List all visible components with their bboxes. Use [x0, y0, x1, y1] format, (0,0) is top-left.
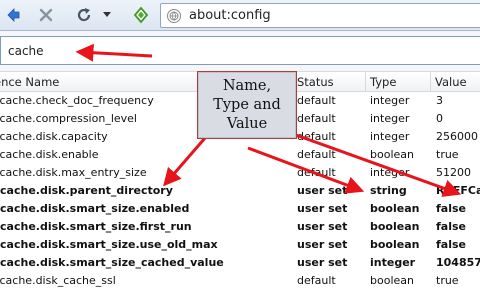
pref-type: boolean: [370, 238, 420, 251]
table-row[interactable]: .cache.disk.max_entry_size default integ…: [0, 164, 480, 182]
pref-value: 3: [436, 94, 443, 107]
column-header-type[interactable]: Type: [366, 72, 431, 92]
home-icon[interactable]: [130, 3, 152, 27]
pref-status: default: [297, 148, 336, 161]
pref-value: false: [436, 238, 466, 251]
pref-value: 256000: [436, 130, 478, 143]
back-arrow-icon[interactable]: [6, 3, 20, 27]
table-row[interactable]: .cache.disk.enable default boolean true: [0, 146, 480, 164]
table-row[interactable]: .cache.disk_cache_ssl default boolean tr…: [0, 272, 480, 290]
column-header-value[interactable]: Value: [431, 72, 480, 92]
pref-type: boolean: [370, 220, 420, 233]
pref-type: integer: [370, 166, 410, 179]
table-row[interactable]: r.cache.disk.parent_directory user set s…: [0, 182, 480, 200]
search-row: [0, 31, 480, 71]
column-header-status[interactable]: Status: [293, 72, 366, 92]
pref-type: string: [370, 184, 407, 197]
pref-type: integer: [370, 256, 416, 269]
navigation-toolbar: about:config: [0, 0, 480, 31]
pref-name: .cache.disk.enable: [0, 148, 99, 161]
pref-name: .cache.disk.max_entry_size: [0, 166, 147, 179]
pref-value: false: [436, 220, 466, 233]
pref-type: integer: [370, 130, 410, 143]
pref-status: default: [297, 94, 336, 107]
annotation-callout: Name, Type and Value: [197, 71, 297, 139]
search-input[interactable]: [0, 36, 480, 65]
pref-status: default: [297, 130, 336, 143]
callout-line-2: Type and: [213, 96, 281, 113]
pref-status: default: [297, 166, 336, 179]
table-row[interactable]: r.cache.disk.smart_size.use_old_max user…: [0, 236, 480, 254]
pref-value: true: [436, 274, 459, 287]
callout-line-3: Value: [226, 115, 268, 132]
pref-status: user set: [297, 184, 348, 197]
url-bar[interactable]: about:config: [160, 3, 480, 28]
pref-name: r.cache.disk.smart_size.use_old_max: [0, 238, 218, 251]
pref-status: default: [297, 274, 336, 287]
pref-name: r.cache.disk.smart_size.first_run: [0, 220, 192, 233]
stop-icon[interactable]: [36, 3, 56, 27]
table-row[interactable]: r.cache.disk.smart_size.enabled user set…: [0, 200, 480, 218]
pref-name: r.cache.disk.parent_directory: [0, 184, 173, 197]
pref-status: user set: [297, 202, 348, 215]
pref-status: user set: [297, 220, 348, 233]
pref-name: .cache.disk_cache_ssl: [0, 274, 116, 287]
pref-value: 104857: [436, 256, 480, 269]
pref-status: user set: [297, 238, 348, 251]
reload-icon[interactable]: [72, 3, 96, 27]
pref-type: integer: [370, 94, 410, 107]
pref-type: boolean: [370, 148, 414, 161]
pref-name: r.cache.disk.smart_size.enabled: [0, 202, 190, 215]
pref-type: boolean: [370, 274, 414, 287]
pref-type: boolean: [370, 202, 420, 215]
table-row[interactable]: r.cache.disk.smart_size_cached_value use…: [0, 254, 480, 272]
globe-icon: [167, 8, 181, 23]
chevron-down-icon[interactable]: [102, 3, 112, 27]
pref-type: integer: [370, 112, 410, 125]
pref-value: true: [436, 148, 459, 161]
pref-value: false: [436, 202, 466, 215]
pref-value: 51200: [436, 166, 471, 179]
pref-value: 0: [436, 112, 443, 125]
url-text[interactable]: about:config: [189, 8, 271, 23]
callout-line-1: Name,: [222, 77, 272, 94]
table-row[interactable]: r.cache.disk.smart_size.first_run user s…: [0, 218, 480, 236]
pref-name: r.cache.disk.smart_size_cached_value: [0, 256, 224, 269]
pref-value: R:\FFCac: [436, 184, 480, 197]
pref-status: default: [297, 112, 336, 125]
pref-status: user set: [297, 256, 348, 269]
